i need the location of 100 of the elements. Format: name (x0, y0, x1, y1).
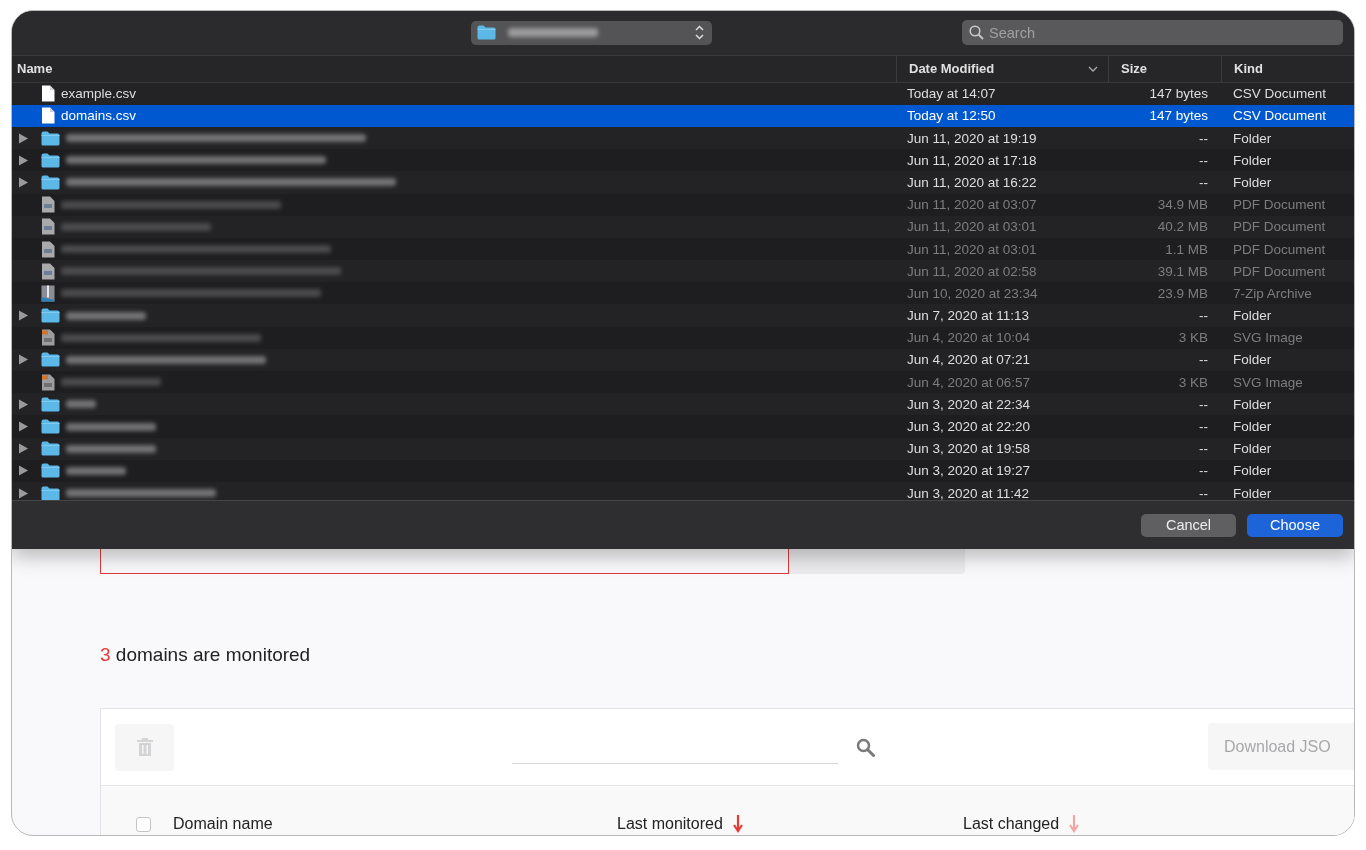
date-modified: Jun 11, 2020 at 16:22 (906, 174, 1038, 190)
file-kind: Folder (1232, 152, 1273, 168)
sort-arrow-icon (1069, 815, 1080, 833)
disclosure-triangle-icon[interactable] (18, 398, 29, 410)
disclosure-triangle-icon[interactable] (18, 443, 29, 455)
file-row[interactable]: domains.csv Today at 12:50 147 bytes CSV Document (12, 104, 1354, 127)
date-modified: Jun 11, 2020 at 03:01 (906, 219, 1038, 235)
date-modified: Jun 3, 2020 at 19:58 (906, 441, 1032, 457)
choose-button[interactable]: Choose (1247, 513, 1343, 537)
file-kind: SVG Image (1232, 330, 1304, 346)
date-modified: Jun 3, 2020 at 22:20 (906, 419, 1032, 434)
file-kind: PDF Document (1232, 219, 1327, 235)
file-kind: PDF Document (1232, 197, 1327, 213)
file-row[interactable]: Jun 3, 2020 at 22:34 -- Folder (12, 393, 1354, 416)
file-size: 3 KB (1177, 374, 1209, 390)
pdf-file-icon (41, 240, 55, 258)
search-icon[interactable] (856, 737, 875, 757)
folder-icon (41, 174, 60, 190)
date-modified: Jun 7, 2020 at 11:13 (906, 308, 1031, 324)
pdf-file-icon (41, 262, 55, 280)
file-kind: Folder (1232, 396, 1273, 412)
file-name: domains.csv (61, 108, 137, 124)
sort-arrow-icon (732, 815, 743, 833)
date-modified: Jun 11, 2020 at 17:18 (906, 152, 1038, 168)
image-file-icon (41, 329, 55, 347)
file-row[interactable]: example.csv Today at 14:07 147 bytes CSV Document (12, 82, 1354, 105)
file-kind: Folder (1232, 308, 1273, 324)
date-modified: Jun 4, 2020 at 07:21 (906, 352, 1032, 368)
date-modified: Jun 11, 2020 at 03:07 (906, 197, 1038, 213)
blurred-name-drawing (66, 400, 96, 409)
blurred-name-drawing (66, 466, 126, 475)
file-size: -- (1198, 152, 1209, 168)
date-modified: Jun 11, 2020 at 03:01 (906, 241, 1038, 257)
folder-icon (41, 441, 60, 457)
disclosure-triangle-icon[interactable] (18, 154, 29, 166)
select-all-checkbox[interactable] (136, 816, 151, 832)
file-kind: PDF Document (1232, 263, 1327, 279)
file-kind: 7-Zip Archive (1232, 285, 1313, 301)
file-row[interactable]: Jun 3, 2020 at 22:20 -- Folder (12, 415, 1354, 438)
file-kind: Folder (1232, 485, 1273, 501)
folder-icon (41, 308, 60, 324)
column-header[interactable]: Size (1108, 55, 1221, 82)
document-icon (41, 85, 55, 103)
file-row[interactable]: Jun 4, 2020 at 07:21 -- Folder (12, 348, 1354, 372)
folder-icon (477, 25, 496, 41)
file-size: -- (1198, 419, 1209, 434)
file-size: -- (1198, 352, 1209, 368)
column-header[interactable]: Name (12, 55, 896, 82)
file-kind: Folder (1232, 463, 1273, 479)
file-size: 40.2 MB (1156, 219, 1209, 235)
file-row[interactable]: Jun 11, 2020 at 17:18 -- Folder (12, 149, 1354, 172)
document-icon (41, 107, 55, 125)
date-modified: Jun 4, 2020 at 06:57 (906, 374, 1032, 390)
file-size: 1.1 MB (1164, 241, 1209, 257)
file-size: 39.1 MB (1156, 263, 1209, 279)
image-file-icon (41, 373, 55, 391)
file-kind: Folder (1232, 352, 1273, 368)
file-kind: Folder (1232, 441, 1273, 457)
folder-icon (41, 396, 60, 412)
cancel-button[interactable]: Cancel (1141, 513, 1236, 537)
disclosure-triangle-icon[interactable] (18, 310, 29, 322)
date-modified: Jun 10, 2020 at 23:34 (906, 285, 1039, 301)
file-kind: CSV Document (1232, 108, 1328, 124)
file-kind: CSV Document (1232, 86, 1328, 102)
date-modified: Jun 3, 2020 at 19:27 (906, 463, 1032, 479)
column-header[interactable]: Last changed (963, 815, 1080, 833)
file-size: 34.9 MB (1156, 197, 1209, 213)
file-kind: Folder (1232, 419, 1273, 434)
file-row[interactable]: Jun 11, 2020 at 16:22 -- Folder (12, 171, 1354, 194)
file-kind: Folder (1232, 130, 1273, 146)
date-modified: Today at 14:07 (906, 86, 997, 102)
date-modified: Jun 4, 2020 at 10:04 (906, 330, 1032, 346)
file-size: -- (1198, 308, 1209, 324)
date-modified: Jun 3, 2020 at 11:42 (906, 485, 1031, 501)
disclosure-triangle-icon[interactable] (18, 421, 29, 432)
folder-icon (41, 152, 60, 168)
location-popup[interactable] (471, 20, 712, 45)
file-name: example.csv (61, 86, 137, 102)
search-icon (969, 25, 984, 41)
file-row[interactable]: Jun 3, 2020 at 11:42 -- Folder (12, 482, 1354, 501)
pdf-file-icon (41, 196, 55, 214)
file-row[interactable]: Jun 3, 2020 at 19:58 -- Folder (12, 437, 1354, 460)
file-kind: PDF Document (1232, 241, 1327, 257)
pdf-file-icon (41, 218, 55, 236)
file-row[interactable]: Jun 3, 2020 at 19:27 -- Folder (12, 459, 1354, 482)
file-row[interactable]: Jun 7, 2020 at 11:13 -- Folder (12, 304, 1354, 327)
disclosure-triangle-icon[interactable] (18, 132, 29, 144)
folder-icon (41, 463, 60, 479)
disclosure-triangle-icon[interactable] (18, 465, 29, 477)
column-header[interactable]: Date Modified (896, 55, 1108, 82)
disclosure-triangle-icon[interactable] (18, 176, 29, 188)
disclosure-triangle-icon[interactable] (18, 487, 29, 499)
column-header[interactable]: Kind (1221, 55, 1354, 82)
column-header[interactable]: Domain name (173, 815, 273, 833)
date-modified: Jun 11, 2020 at 02:58 (906, 263, 1038, 279)
file-kind: Folder (1232, 174, 1273, 190)
search-field[interactable]: Search (962, 20, 1343, 46)
column-header[interactable]: Last monitored (617, 815, 743, 833)
file-row[interactable]: Jun 11, 2020 at 19:19 -- Folder (12, 127, 1354, 150)
disclosure-triangle-icon[interactable] (18, 354, 29, 366)
